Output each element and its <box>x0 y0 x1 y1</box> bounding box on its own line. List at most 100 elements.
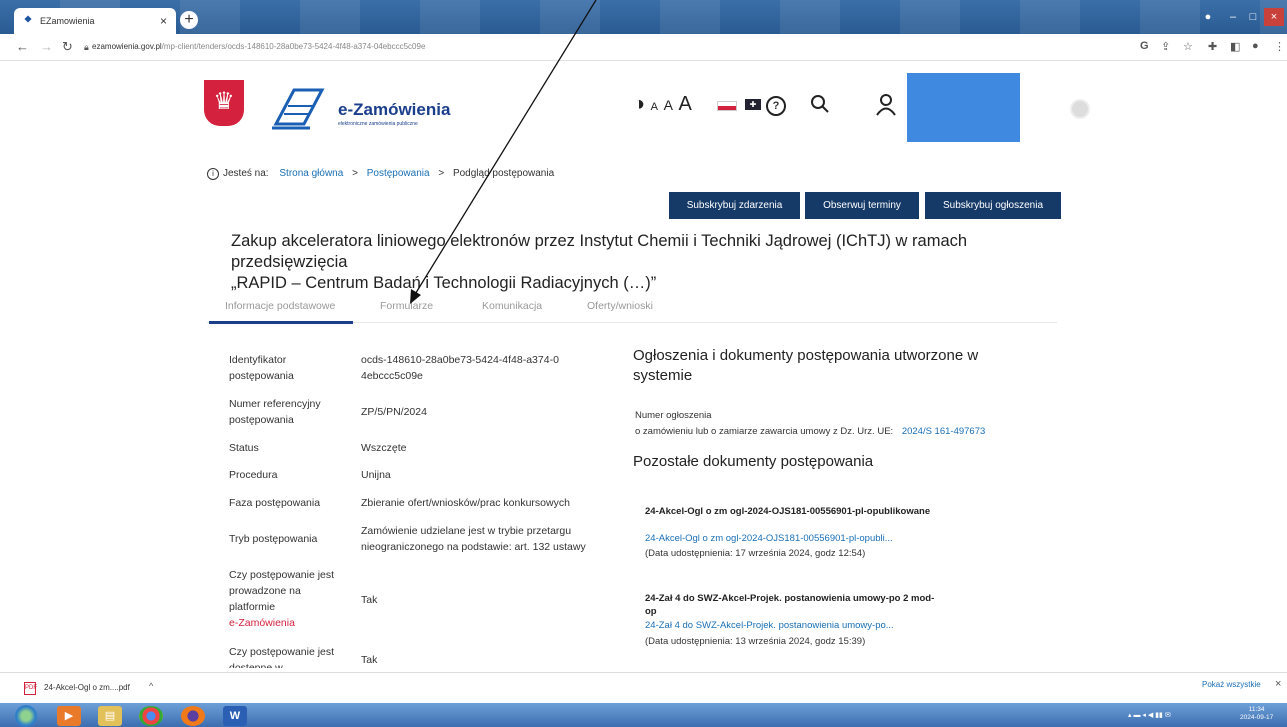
document-date: (Data udostępnienia: 13 września 2024, g… <box>645 636 866 647</box>
download-bar <box>0 672 1287 704</box>
tab-close-icon[interactable]: × <box>160 14 167 28</box>
procedure-value: Unijna <box>361 469 391 481</box>
close-download-bar-icon[interactable]: × <box>1275 678 1281 690</box>
breadcrumb: i Jesteś na: Strona główna > Postępowania… <box>207 168 554 180</box>
info-icon: i <box>207 168 219 180</box>
notice-number-label: Numer ogłoszenia <box>635 410 712 421</box>
address-bar: ← → ↻ 🔒︎ ezamowienia.gov.pl/mp-client/te… <box>0 34 1287 61</box>
platform-label-text: Czy postępowanie jest prowadzone na plat… <box>229 569 335 613</box>
minimize-icon[interactable]: – <box>1224 8 1242 26</box>
download-item[interactable]: 24-Akcel-Ogl o zm....pdf <box>44 683 130 692</box>
start-button-icon[interactable] <box>15 705 37 727</box>
breadcrumb-proceedings-link[interactable]: Postępowania <box>367 168 430 179</box>
browser-tab[interactable]: ⯁ EZamowienia × <box>14 8 176 34</box>
maximize-icon[interactable]: □ <box>1244 8 1262 26</box>
ezamowienia-logo-icon[interactable] <box>270 84 326 130</box>
notices-heading: Ogłoszenia i dokumenty postępowania utwo… <box>633 347 979 384</box>
profile-icon[interactable]: ● <box>1198 8 1218 26</box>
subscribe-notices-button[interactable]: Subskrybuj ogłoszenia <box>925 192 1061 219</box>
page-title-line-2: „RAPID – Centrum Badań i Technologii Rad… <box>231 274 657 292</box>
tab-communication[interactable]: Komunikacja <box>482 300 542 312</box>
accessibility-controls: ◑ A A A <box>633 93 692 116</box>
forward-arrow-icon[interactable]: → <box>40 39 53 54</box>
logo-subtitle: elektroniczne zamówienia publiczne <box>338 121 418 127</box>
tab-forms[interactable]: Formularze <box>380 300 433 312</box>
font-size-small-button[interactable]: A <box>651 101 658 113</box>
contrast-icon[interactable]: ◑ <box>633 93 645 116</box>
watch-deadlines-button[interactable]: Obserwuj terminy <box>805 192 919 219</box>
breadcrumb-prefix: Jesteś na: <box>223 168 269 179</box>
pdf-file-icon: PDF <box>24 682 37 695</box>
tab-basic-info[interactable]: Informacje podstawowe <box>225 300 335 312</box>
share-icon[interactable]: ⇪ <box>1161 40 1170 53</box>
availability-label: Czy postępowanie jest dostępne w <box>229 646 335 668</box>
breadcrumb-separator: > <box>352 168 358 179</box>
status-value: Wszczęte <box>361 442 407 454</box>
status-label: Status <box>229 442 259 454</box>
lock-icon: 🔒︎ <box>84 42 89 52</box>
notice-description-text: o zamówieniu lub o zamiarze zawarcia umo… <box>635 426 894 437</box>
google-icon[interactable]: G <box>1140 40 1149 52</box>
breadcrumb-separator: > <box>438 168 445 179</box>
tab-title: EZamowienia <box>40 16 95 26</box>
firefox-icon[interactable] <box>181 706 205 726</box>
user-icon[interactable] <box>876 94 896 116</box>
window-close-icon[interactable]: × <box>1264 8 1284 26</box>
url-path: /mp-client/tenders/ocds-148610-28a0be73-… <box>161 42 426 51</box>
notice-link[interactable]: 2024/S 161-497673 <box>902 426 985 437</box>
show-all-downloads-link[interactable]: Pokaż wszystkie <box>1202 680 1261 689</box>
reference-number-value: ZP/5/PN/2024 <box>361 406 427 418</box>
download-options-chevron-icon[interactable]: ^ <box>149 681 153 691</box>
document-link[interactable]: 24-Zał 4 do SWZ-Akcel-Projek. postanowie… <box>645 619 894 633</box>
mode-value: Zamówienie udzielane jest w trybie przet… <box>361 525 586 553</box>
identifier-value: ocds-148610-28a0be73-5424-4f48-a374-04eb… <box>361 354 559 382</box>
tab-offers[interactable]: Oferty/wnioski <box>587 300 653 312</box>
system-clock[interactable]: 11:34 2024-09-17 <box>1240 706 1273 722</box>
document-date: (Data udostępnienia: 17 września 2024, g… <box>645 548 866 559</box>
sidepanel-icon[interactable]: ◧ <box>1230 40 1240 53</box>
back-arrow-icon[interactable]: ← <box>16 39 29 54</box>
url-field[interactable]: ezamowienia.gov.pl/mp-client/tenders/ocd… <box>92 42 425 51</box>
language-pl-flag-icon[interactable] <box>717 101 737 111</box>
other-documents-heading: Pozostałe dokumenty postępowania <box>633 453 874 470</box>
font-size-medium-button[interactable]: A <box>664 97 673 113</box>
platform-label: Czy postępowanie jest prowadzone na plat… <box>229 567 344 631</box>
active-tab-indicator <box>209 321 353 324</box>
help-icon[interactable]: ? <box>766 96 786 116</box>
font-size-large-button[interactable]: A <box>678 93 691 116</box>
availability-value: Tak <box>361 654 378 666</box>
tab-favicon-icon: ⯁ <box>24 15 32 26</box>
clock-date: 2024-09-17 <box>1240 714 1274 721</box>
chrome-icon[interactable] <box>139 706 163 726</box>
url-host: ezamowienia.gov.pl <box>92 42 162 51</box>
menu-icon[interactable]: ⋮ <box>1274 40 1285 53</box>
logo-title[interactable]: e-Zamówienia <box>338 100 450 120</box>
breadcrumb-current: Podgląd postępowania <box>452 168 555 179</box>
breadcrumb-home-link[interactable]: Strona główna <box>279 168 343 179</box>
clock-time: 11:34 <box>1248 706 1265 713</box>
bookmark-star-icon[interactable]: ☆ <box>1183 40 1193 53</box>
procedure-label: Procedura <box>229 469 278 481</box>
new-tab-button[interactable]: + <box>180 11 198 29</box>
extensions-icon[interactable]: ✚ <box>1208 40 1217 53</box>
account-icon[interactable]: ● <box>1252 40 1259 52</box>
reference-number-label: Numer referencyjny postępowania <box>229 398 321 426</box>
page-title: Zakup akceleratora liniowego elektronów … <box>231 231 1071 294</box>
subscribe-events-button[interactable]: Subskrybuj zdarzenia <box>669 192 800 219</box>
phase-label: Faza postępowania <box>229 497 321 509</box>
poland-emblem-icon: ♛ <box>204 80 244 126</box>
media-player-icon[interactable]: ▶ <box>57 706 81 726</box>
settings-gear-icon[interactable] <box>1070 99 1090 119</box>
phase-value: Zbieranie ofert/wniosków/prac konkursowy… <box>361 497 570 509</box>
redacted-region <box>907 73 1020 142</box>
reload-icon[interactable]: ↻ <box>62 39 73 55</box>
language-en-flag-icon[interactable]: ✚ <box>745 99 761 110</box>
platform-label-link[interactable]: e-Zamówienia <box>229 617 295 629</box>
system-tray-icons[interactable]: ▴ ▬ ◂ ◀ ▮▮ ✉ <box>1128 711 1171 719</box>
document-link[interactable]: 24-Akcel-Ogl o zm ogl-2024-OJS181-005569… <box>645 532 893 546</box>
file-explorer-icon[interactable]: ▤ <box>98 706 122 726</box>
word-icon[interactable]: W <box>223 706 247 726</box>
document-title: 24-Zał 4 do SWZ-Akcel-Projek. postanowie… <box>645 593 935 617</box>
notice-description: o zamówieniu lub o zamiarze zawarcia umo… <box>635 424 985 439</box>
search-icon[interactable] <box>810 94 830 114</box>
